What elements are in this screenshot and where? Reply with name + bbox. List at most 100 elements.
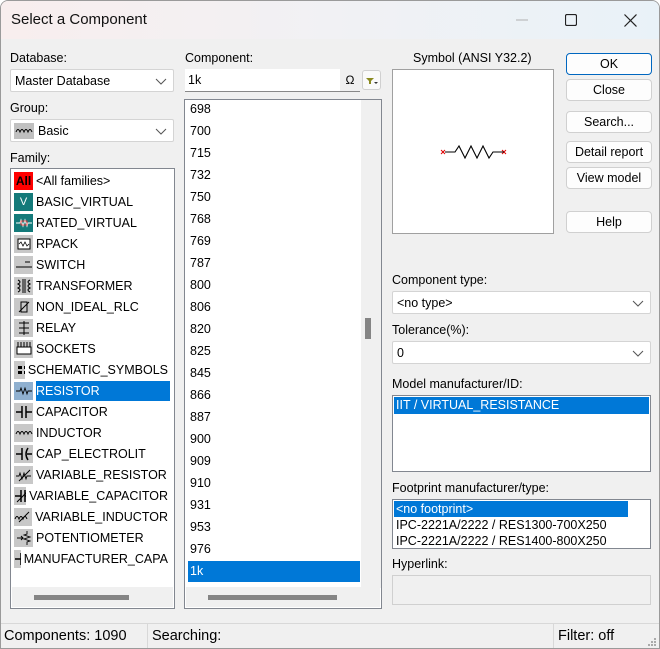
- inductor-icon: [14, 424, 33, 442]
- component-list[interactable]: 698 700 715 732 750 768 769 787 800 806 820 825 845 8…: [184, 99, 382, 609]
- family-item-label: NON_IDEAL_RLC: [36, 300, 139, 314]
- footprint-list-item[interactable]: <no footprint>: [394, 501, 628, 517]
- family-item-label: VARIABLE_CAPACITOR: [29, 489, 168, 503]
- rated-virtual-icon: [14, 214, 33, 232]
- maximize-button[interactable]: [548, 1, 594, 39]
- family-list-item[interactable]: VARIABLE_RESISTOR: [14, 465, 170, 485]
- family-item-label: RESISTOR: [36, 381, 170, 401]
- component-list-item[interactable]: 931: [188, 495, 360, 516]
- database-select[interactable]: Master Database: [10, 69, 174, 92]
- search-button[interactable]: Search...: [566, 111, 652, 133]
- family-list-item[interactable]: NON_IDEAL_RLC: [14, 297, 170, 317]
- group-select[interactable]: Basic: [10, 119, 174, 142]
- family-list-item[interactable]: VARIABLE_INDUCTOR: [14, 507, 170, 527]
- capacitor-icon: [14, 403, 33, 421]
- rpack-icon: [14, 235, 33, 253]
- footprint-label: Footprint manufacturer/type:: [392, 481, 550, 495]
- component-list-item[interactable]: 750: [188, 187, 360, 208]
- component-vscroll-thumb[interactable]: [365, 318, 371, 339]
- component-list-item[interactable]: 976: [188, 539, 360, 560]
- close-button[interactable]: Close: [566, 79, 652, 101]
- component-label: Component:: [185, 51, 254, 65]
- component-list-item[interactable]: 866: [188, 385, 360, 406]
- component-type-value: <no type>: [397, 296, 453, 310]
- family-list-item[interactable]: POTENTIOMETER: [14, 528, 170, 548]
- component-search-input[interactable]: 1k Ω: [185, 69, 360, 92]
- component-type-select[interactable]: <no type>: [392, 291, 651, 314]
- family-list-item[interactable]: RELAY: [14, 318, 170, 338]
- component-hscroll-thumb[interactable]: [208, 595, 337, 600]
- database-label: Database:: [10, 51, 67, 65]
- close-icon: [623, 13, 637, 27]
- component-list-item[interactable]: 768: [188, 209, 360, 230]
- group-label: Group:: [10, 101, 49, 115]
- hyperlink-field[interactable]: [392, 575, 651, 605]
- footprint-list-item[interactable]: IPC-2221A/2222 / RES1300-700X250: [394, 517, 628, 533]
- family-list-item[interactable]: V BASIC_VIRTUAL: [14, 192, 170, 212]
- component-list-item[interactable]: 732: [188, 165, 360, 186]
- status-divider: [553, 624, 554, 648]
- family-list[interactable]: All <All families> V BASIC_VIRTUAL RATED_VIR…: [10, 168, 175, 609]
- searching-status: Searching:: [152, 628, 222, 644]
- component-list-item[interactable]: 953: [188, 517, 360, 538]
- view-model-button[interactable]: View model: [566, 167, 652, 189]
- component-list-item[interactable]: 820: [188, 319, 360, 340]
- family-label: Family:: [10, 151, 51, 165]
- family-list-item[interactable]: CAP_ELECTROLIT: [14, 444, 170, 464]
- symbol-label: Symbol (ANSI Y32.2): [413, 51, 532, 65]
- potentiometer-icon: [14, 529, 33, 547]
- family-list-item[interactable]: SOCKETS: [14, 339, 170, 359]
- resize-grip-icon[interactable]: [647, 637, 657, 647]
- component-list-item[interactable]: 910: [188, 473, 360, 494]
- basic-group-icon: [14, 123, 34, 139]
- detail-report-button[interactable]: Detail report: [566, 141, 652, 163]
- component-list-item[interactable]: 787: [188, 253, 360, 274]
- ohm-unit-icon[interactable]: Ω: [340, 69, 360, 91]
- variable-inductor-icon: [14, 508, 33, 526]
- relay-icon: [14, 319, 33, 337]
- component-list-item[interactable]: 825: [188, 341, 360, 362]
- component-type-label: Component type:: [392, 273, 488, 287]
- footprint-list-item[interactable]: IPC-2221A/2222 / RES1400-800X250: [394, 533, 628, 548]
- component-list-item[interactable]: 698: [188, 100, 360, 120]
- component-list-item[interactable]: 806: [188, 297, 360, 318]
- close-window-button[interactable]: [607, 1, 653, 39]
- family-list-item[interactable]: SWITCH: [14, 255, 170, 275]
- family-list-item[interactable]: TRANSFORMER: [14, 276, 170, 296]
- family-horizontal-scrollbar[interactable]: [12, 587, 173, 607]
- tolerance-value: 0: [397, 346, 404, 360]
- filter-button[interactable]: [362, 70, 381, 90]
- filter-status: Filter: off: [558, 628, 615, 644]
- family-list-item[interactable]: MANUFACTURER_CAPA: [14, 549, 170, 569]
- family-list-item[interactable]: INDUCTOR: [14, 423, 170, 443]
- status-divider: [147, 624, 148, 648]
- family-item-label: INDUCTOR: [36, 426, 102, 440]
- family-list-item[interactable]: All <All families>: [14, 171, 170, 191]
- minimize-button[interactable]: [499, 1, 545, 39]
- model-list-item[interactable]: IIT / VIRTUAL_RESISTANCE: [394, 397, 649, 414]
- family-list-item[interactable]: VARIABLE_CAPACITOR: [14, 486, 170, 506]
- family-scroll-thumb[interactable]: [34, 595, 129, 600]
- component-list-item[interactable]: 700: [188, 121, 360, 142]
- component-list-item[interactable]: 769: [188, 231, 360, 252]
- tolerance-label: Tolerance(%):: [392, 323, 470, 337]
- component-list-item[interactable]: 715: [188, 143, 360, 164]
- component-list-item[interactable]: 900: [188, 429, 360, 450]
- family-list-item[interactable]: RESISTOR: [14, 381, 170, 401]
- help-button[interactable]: Help: [566, 211, 652, 233]
- component-list-item[interactable]: 909: [188, 451, 360, 472]
- component-horizontal-scrollbar[interactable]: [186, 587, 380, 607]
- ok-button[interactable]: OK: [566, 53, 652, 75]
- tolerance-select[interactable]: 0: [392, 341, 651, 364]
- family-list-item[interactable]: CAPACITOR: [14, 402, 170, 422]
- component-vertical-scrollbar[interactable]: [361, 100, 381, 588]
- footprint-list[interactable]: <no footprint> IPC-2221A/2222 / RES1300-…: [392, 499, 651, 549]
- model-list[interactable]: IIT / VIRTUAL_RESISTANCE: [392, 395, 651, 472]
- family-list-item[interactable]: SCHEMATIC_SYMBOLS: [14, 360, 170, 380]
- family-list-item[interactable]: RATED_VIRTUAL: [14, 213, 170, 233]
- component-list-item[interactable]: 845: [188, 363, 360, 384]
- family-list-item[interactable]: RPACK: [14, 234, 170, 254]
- component-list-item[interactable]: 800: [188, 275, 360, 296]
- component-list-item[interactable]: 887: [188, 407, 360, 428]
- component-list-item[interactable]: 1k: [188, 561, 360, 582]
